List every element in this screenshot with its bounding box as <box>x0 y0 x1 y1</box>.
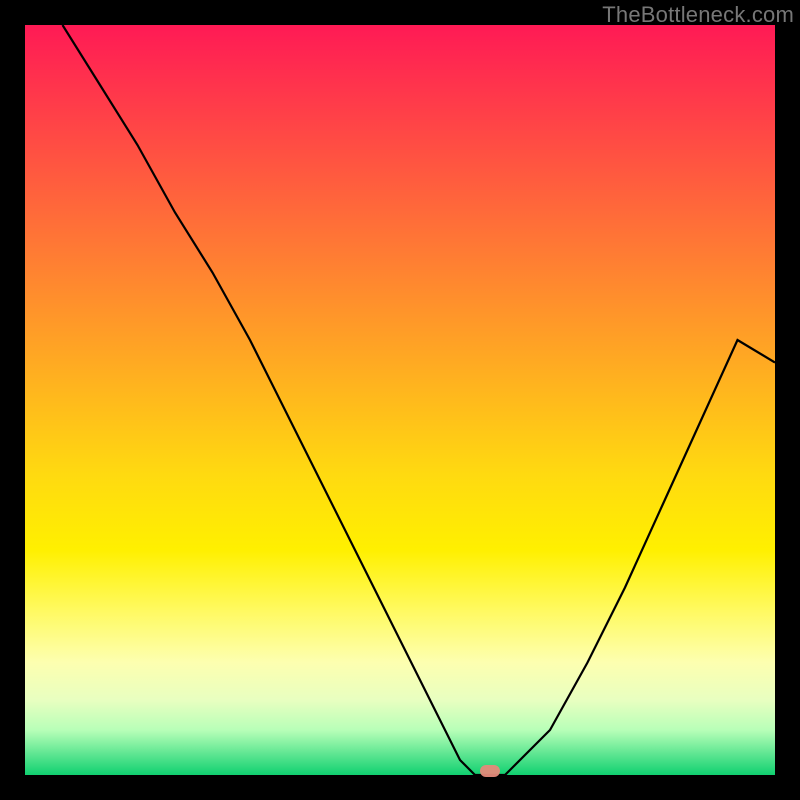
optimal-point-marker <box>480 765 500 777</box>
gradient-plot-area <box>25 25 775 775</box>
watermark-text: TheBottleneck.com <box>602 2 794 28</box>
chart-root: TheBottleneck.com <box>0 0 800 800</box>
